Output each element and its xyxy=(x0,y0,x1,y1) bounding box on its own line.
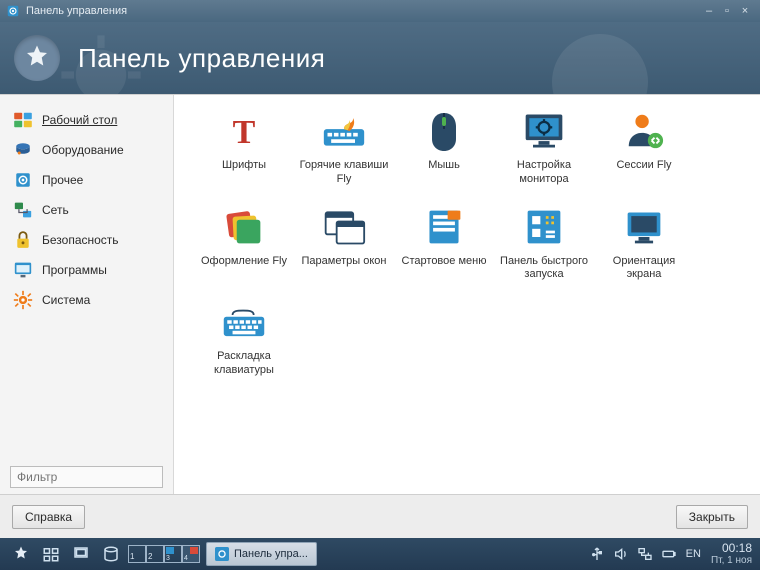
mouse-icon xyxy=(422,109,466,153)
filter-input[interactable] xyxy=(10,466,163,488)
volume-icon[interactable] xyxy=(612,545,630,563)
tile-label: Стартовое меню xyxy=(402,255,487,269)
tile-label: Горячие клавиши Fly xyxy=(296,159,392,187)
dialog-button-row: Справка Закрыть xyxy=(0,494,760,538)
sidebar-item-programs[interactable]: Программы xyxy=(10,255,163,285)
sidebar-item-label: Безопасность xyxy=(42,233,119,247)
desktop-icon xyxy=(12,110,34,130)
tile-mouse[interactable]: Мышь xyxy=(394,109,494,187)
tile-label: Ориентация экрана xyxy=(596,255,692,283)
clock-date: Пт, 1 ноя xyxy=(711,555,752,566)
tile-hotkeys[interactable]: Горячие клавиши Fly xyxy=(294,109,394,187)
tile-fonts[interactable]: T Шрифты xyxy=(194,109,294,187)
svg-text:T: T xyxy=(233,114,256,151)
sidebar-item-hardware[interactable]: Оборудование xyxy=(10,135,163,165)
tile-label: Сессии Fly xyxy=(616,159,671,173)
sidebar-item-label: Система xyxy=(42,293,90,307)
workspace-2[interactable]: 2 xyxy=(146,545,164,563)
sidebar-item-label: Оборудование xyxy=(42,143,124,157)
workspace-3[interactable]: 3 xyxy=(164,545,182,563)
sidebar-item-security[interactable]: Безопасность xyxy=(10,225,163,255)
network-icon[interactable] xyxy=(636,545,654,563)
workspace-4[interactable]: 4 xyxy=(182,545,200,563)
file-manager-button[interactable] xyxy=(96,541,126,567)
gear-icon xyxy=(215,547,229,561)
hotkeys-icon xyxy=(322,109,366,153)
taskview-button[interactable] xyxy=(36,541,66,567)
fonts-icon: T xyxy=(222,109,266,153)
orientation-icon xyxy=(622,205,666,249)
window-params-icon xyxy=(322,205,366,249)
sidebar-item-label: Сеть xyxy=(42,203,69,217)
tile-sessions[interactable]: Сессии Fly xyxy=(594,109,694,187)
monitor-settings-icon xyxy=(522,109,566,153)
tile-label: Мышь xyxy=(428,159,460,173)
keyboard-layout-indicator[interactable]: EN xyxy=(684,545,703,563)
sidebar-item-desktop[interactable]: Рабочий стол xyxy=(10,105,163,135)
tile-label: Раскладка клавиатуры xyxy=(196,350,292,378)
header-badge-icon xyxy=(14,35,60,81)
content-area: T Шрифты Горячие клавиши Fly Мышь Настройка … xyxy=(174,95,760,494)
window-maximize-button[interactable]: ▫ xyxy=(718,5,736,17)
kb-layout-icon xyxy=(222,300,266,344)
window-close-button[interactable]: × xyxy=(736,5,754,17)
sidebar-item-network[interactable]: Сеть xyxy=(10,195,163,225)
show-desktop-button[interactable] xyxy=(66,541,96,567)
sidebar-item-label: Программы xyxy=(42,263,107,277)
theme-icon xyxy=(222,205,266,249)
tile-start-menu[interactable]: Стартовое меню xyxy=(394,205,494,283)
tile-label: Оформление Fly xyxy=(201,255,287,269)
sidebar: Рабочий стол Оборудование Прочее Сеть Безопа… xyxy=(0,95,174,494)
other-icon xyxy=(12,170,34,190)
tile-label: Шрифты xyxy=(222,159,266,173)
tile-label: Панель быстрого запуска xyxy=(496,255,592,283)
tile-label: Настройка монитора xyxy=(496,159,592,187)
system-icon xyxy=(12,290,34,310)
start-menu-icon xyxy=(422,205,466,249)
tile-theme[interactable]: Оформление Fly xyxy=(194,205,294,283)
battery-icon[interactable] xyxy=(660,545,678,563)
tile-orientation[interactable]: Ориентация экрана xyxy=(594,205,694,283)
close-button[interactable]: Закрыть xyxy=(676,505,748,529)
app-icon xyxy=(6,4,20,18)
window-title: Панель управления xyxy=(26,5,127,17)
taskbar: 1234 Панель упра... EN 00:18 Пт, 1 ноя xyxy=(0,538,760,570)
tile-quicklaunch[interactable]: Панель быстрого запуска xyxy=(494,205,594,283)
tile-monitor-settings[interactable]: Настройка монитора xyxy=(494,109,594,187)
system-tray: EN xyxy=(588,545,703,563)
taskbar-task-control-panel[interactable]: Панель упра... xyxy=(206,542,317,566)
programs-icon xyxy=(12,260,34,280)
tile-kb-layout[interactable]: Раскладка клавиатуры xyxy=(194,300,294,378)
quicklaunch-icon xyxy=(522,205,566,249)
window-minimize-button[interactable]: – xyxy=(700,5,718,17)
workspace-1[interactable]: 1 xyxy=(128,545,146,563)
hardware-icon xyxy=(12,140,34,160)
sidebar-item-system[interactable]: Система xyxy=(10,285,163,315)
header-banner: Панель управления xyxy=(0,22,760,94)
sessions-icon xyxy=(622,109,666,153)
start-menu-button[interactable] xyxy=(6,541,36,567)
taskbar-task-label: Панель упра... xyxy=(234,548,308,560)
tile-label: Параметры окон xyxy=(302,255,387,269)
clock-time: 00:18 xyxy=(711,542,752,555)
security-icon xyxy=(12,230,34,250)
sidebar-item-label: Прочее xyxy=(42,173,83,187)
network-icon xyxy=(12,200,34,220)
usb-icon[interactable] xyxy=(588,545,606,563)
workspace-switcher[interactable]: 1234 xyxy=(128,545,200,563)
window-titlebar: Панель управления – ▫ × xyxy=(0,0,760,22)
sidebar-item-label: Рабочий стол xyxy=(42,113,117,127)
sidebar-item-other[interactable]: Прочее xyxy=(10,165,163,195)
taskbar-clock[interactable]: 00:18 Пт, 1 ноя xyxy=(703,542,754,566)
tile-window-params[interactable]: Параметры окон xyxy=(294,205,394,283)
help-button[interactable]: Справка xyxy=(12,505,85,529)
